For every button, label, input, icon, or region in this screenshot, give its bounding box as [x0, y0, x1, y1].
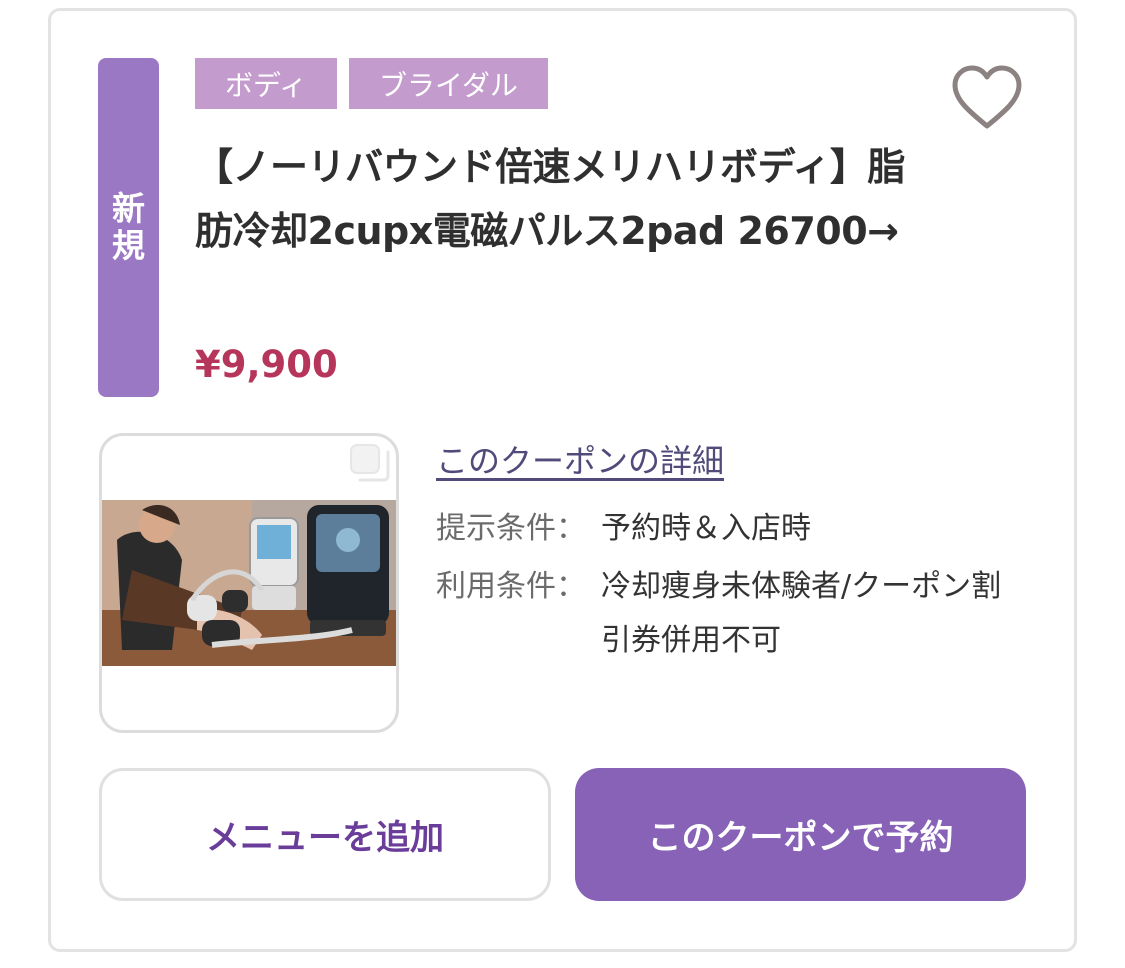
tag-bridal: ブライダル — [349, 58, 548, 109]
tag-list: ボディ ブライダル — [195, 58, 548, 109]
tag-body: ボディ — [195, 58, 338, 109]
condition-value: 冷却痩身未体験者/クーポン割引券併用不可 — [601, 569, 1002, 658]
new-badge: 新 規 — [98, 58, 159, 397]
coupon-photo[interactable] — [99, 433, 399, 733]
coupon-title[interactable]: 【ノーリバウンド倍速メリハリボディ】脂肪冷却2cupx電磁パルス2pad 267… — [195, 135, 915, 263]
copy-icon — [350, 444, 390, 482]
treatment-photo — [102, 500, 396, 666]
reserve-coupon-button[interactable]: このクーポンで予約 — [575, 768, 1026, 901]
add-menu-button[interactable]: メニューを追加 — [99, 768, 551, 901]
condition-usage: 利用条件： 冷却痩身未体験者/クーポン割引券併用不可 — [436, 560, 1001, 658]
condition-label: 利用条件： — [436, 569, 586, 604]
new-badge-char-2: 規 — [112, 225, 145, 265]
new-badge-char-1: 新 — [112, 189, 145, 229]
condition-presentation: 提示条件： 予約時＆入店時 — [436, 502, 811, 556]
coupon-price: ¥9,900 — [195, 343, 338, 386]
coupon-detail-link[interactable]: このクーポンの詳細 — [436, 436, 724, 482]
heart-icon[interactable] — [950, 64, 1024, 132]
condition-value: 予約時＆入店時 — [601, 511, 811, 546]
condition-label: 提示条件： — [436, 511, 586, 546]
